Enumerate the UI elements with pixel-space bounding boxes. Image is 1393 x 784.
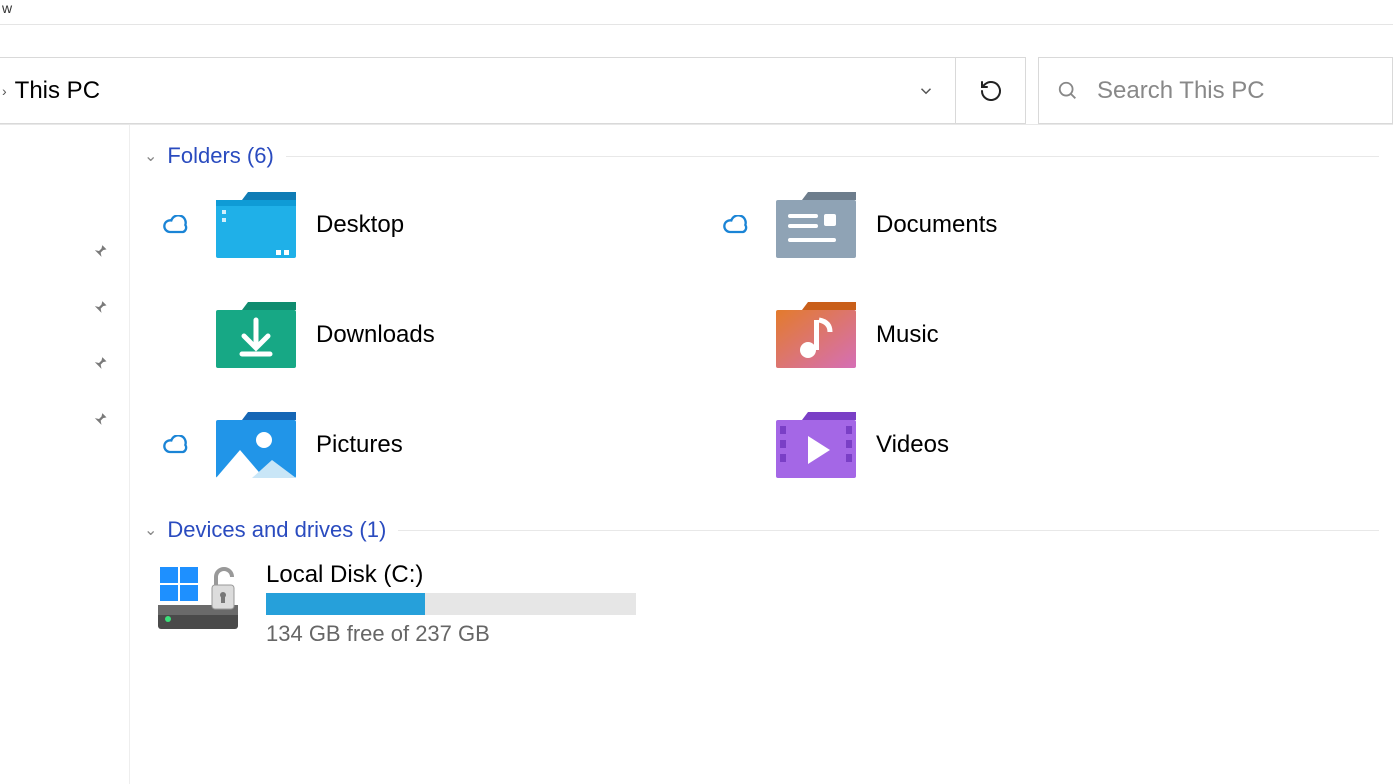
folder-pictures[interactable]: Pictures — [154, 407, 714, 483]
folder-label: Videos — [876, 431, 949, 459]
videos-folder-icon — [772, 407, 860, 483]
folder-documents[interactable]: Documents — [714, 187, 1274, 263]
search-icon — [1057, 80, 1079, 102]
drive-free-text: 134 GB free of 237 GB — [266, 621, 636, 647]
folder-music[interactable]: Music — [714, 297, 1274, 373]
drive-local-disk-c[interactable]: Local Disk (C:) 134 GB free of 237 GB — [144, 561, 1379, 647]
drive-info: Local Disk (C:) 134 GB free of 237 GB — [266, 561, 636, 647]
pin-icon — [89, 353, 109, 373]
downloads-folder-icon — [212, 297, 300, 373]
breadcrumb-location: This PC — [15, 77, 100, 105]
folder-label: Downloads — [316, 321, 435, 349]
section-label: Devices and drives (1) — [167, 517, 386, 543]
drive-capacity-bar — [266, 593, 636, 615]
folders-grid: Desktop Documents Downloads — [144, 187, 1379, 483]
drive-icon — [154, 561, 254, 639]
chevron-down-icon — [917, 82, 935, 100]
content-pane: ⌄ Folders (6) Desktop — [130, 125, 1393, 784]
folder-desktop[interactable]: Desktop — [154, 187, 714, 263]
section-label: Folders (6) — [167, 143, 273, 169]
menu-bar-strip: w — [0, 0, 1393, 25]
refresh-button[interactable] — [956, 57, 1026, 124]
pin-icon — [89, 297, 109, 317]
folder-downloads[interactable]: Downloads — [154, 297, 714, 373]
section-header-drives[interactable]: ⌄ Devices and drives (1) — [144, 517, 1379, 543]
drive-capacity-fill — [266, 593, 425, 615]
divider — [286, 156, 1379, 157]
section-header-folders[interactable]: ⌄ Folders (6) — [144, 143, 1379, 169]
folder-label: Pictures — [316, 431, 403, 459]
pin-icon — [89, 241, 109, 261]
address-bar-row: › This PC Search This PC — [0, 57, 1393, 125]
pin-icon — [89, 409, 109, 429]
pictures-folder-icon — [212, 407, 300, 483]
desktop-folder-icon — [212, 187, 300, 263]
drive-name: Local Disk (C:) — [266, 561, 636, 589]
explorer-body: ⌄ Folders (6) Desktop — [0, 125, 1393, 784]
music-folder-icon — [772, 297, 860, 373]
breadcrumb-dropdown[interactable] — [896, 57, 956, 124]
folder-videos[interactable]: Videos — [714, 407, 1274, 483]
search-box[interactable]: Search This PC — [1038, 57, 1393, 124]
menu-fragment: w — [2, 0, 12, 16]
search-placeholder: Search This PC — [1097, 77, 1265, 105]
refresh-icon — [979, 79, 1003, 103]
chevron-down-icon: ⌄ — [144, 520, 157, 540]
cloud-sync-icon — [714, 215, 758, 235]
documents-folder-icon — [772, 187, 860, 263]
cloud-sync-icon — [154, 215, 198, 235]
folder-label: Music — [876, 321, 939, 349]
divider — [398, 530, 1379, 531]
folder-label: Documents — [876, 211, 997, 239]
cloud-sync-icon — [154, 435, 198, 455]
chevron-right-icon: › — [2, 83, 7, 99]
breadcrumb[interactable]: › This PC — [0, 57, 896, 124]
folder-label: Desktop — [316, 211, 404, 239]
chevron-down-icon: ⌄ — [144, 146, 157, 166]
navigation-pane[interactable] — [0, 125, 130, 784]
